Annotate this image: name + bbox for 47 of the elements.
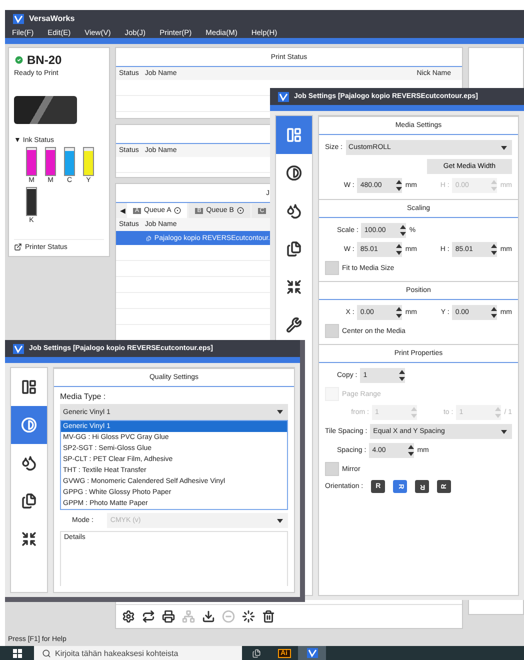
spin-buttons[interactable] — [396, 180, 402, 191]
checkbox[interactable] — [325, 261, 339, 275]
search-icon — [42, 648, 51, 658]
contrast-icon — [21, 417, 37, 433]
printer-name: BN-20 — [14, 53, 104, 67]
windows-icon — [12, 648, 22, 658]
wrench-icon — [286, 317, 302, 333]
checkbox[interactable] — [325, 324, 339, 338]
spin-buttons[interactable] — [399, 370, 406, 381]
spin-buttons[interactable] — [396, 307, 402, 318]
spin-buttons[interactable] — [491, 244, 498, 255]
taskbar-search-field[interactable]: Kirjoita tähän hakeaksesi kohteista — [34, 646, 242, 660]
contrast-icon — [286, 165, 302, 181]
trash-icon[interactable] — [262, 610, 275, 623]
taskbar-app[interactable] — [298, 646, 326, 660]
app-title: VersaWorks — [29, 14, 75, 23]
spinner-icon[interactable] — [242, 610, 255, 623]
repeat-icon[interactable] — [142, 610, 155, 623]
droplets-icon — [286, 203, 302, 219]
photo-placeholder — [14, 96, 77, 124]
copies-icon — [21, 493, 37, 509]
spin-buttons[interactable] — [491, 307, 498, 318]
spin-buttons[interactable] — [396, 244, 402, 255]
caret-icon — [501, 430, 507, 434]
logo-icon — [278, 92, 289, 102]
caret-icon — [501, 146, 507, 150]
caret-icon — [277, 410, 283, 414]
droplets-icon — [21, 455, 37, 471]
download-icon[interactable] — [202, 610, 215, 623]
caret-icon — [277, 518, 283, 522]
layout-icon — [286, 127, 302, 143]
printer-icon[interactable] — [162, 610, 175, 623]
logo-icon — [13, 14, 24, 24]
spin-buttons[interactable] — [408, 445, 414, 456]
external-link-icon — [14, 243, 22, 251]
layout-icon — [21, 379, 37, 395]
shrink-icon — [21, 531, 37, 547]
task-view-icon — [252, 648, 260, 658]
field-label: Media Type : — [60, 392, 107, 401]
shrink-icon — [286, 279, 302, 295]
check-icon — [14, 55, 24, 65]
logo-icon — [306, 648, 318, 658]
spin-buttons[interactable] — [400, 225, 406, 236]
file-icon — [146, 234, 152, 242]
logo-icon — [13, 344, 24, 354]
copies-icon — [286, 241, 302, 257]
checkbox[interactable] — [325, 462, 339, 476]
